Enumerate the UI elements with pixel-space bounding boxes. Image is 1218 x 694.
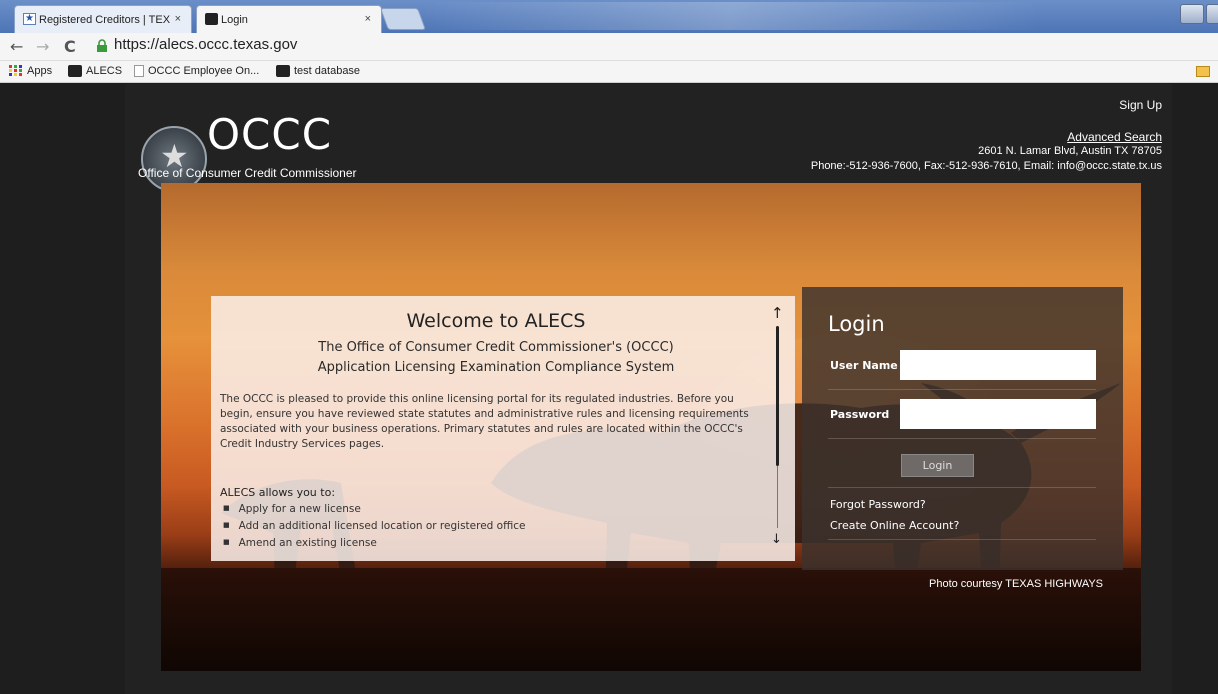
bookmark-alecs[interactable]: ALECS (68, 65, 122, 77)
welcome-panel: Welcome to ALECS The Office of Consumer … (211, 296, 795, 561)
password-input[interactable] (900, 399, 1096, 429)
address-bar-url[interactable]: https://alecs.occc.texas.gov (114, 36, 297, 53)
welcome-paragraph: The OCCC is pleased to provide this onli… (220, 393, 749, 450)
list-item: Add an additional licensed location or r… (223, 517, 526, 534)
welcome-subtitle-2: Application Licensing Examination Compli… (317, 360, 675, 375)
scroll-up-arrow-icon[interactable]: ↑ (771, 304, 784, 322)
bookmark-label: ALECS (86, 65, 123, 77)
window-control-button[interactable] (1206, 4, 1218, 24)
browser-tabstrip: ★ Registered Creditors | TEX × Login × (0, 0, 1218, 33)
new-tab-button[interactable] (379, 8, 427, 30)
apps-grid-icon (9, 65, 22, 76)
bookmark-label: Apps (27, 65, 53, 77)
alecs-allows-heading: ALECS allows you to: (220, 486, 336, 499)
browser-tab-registered-creditors[interactable]: ★ Registered Creditors | TEX × (14, 5, 192, 33)
longhorn-icon (276, 65, 290, 77)
bookmark-label: OCCC Employee On... (148, 65, 260, 77)
sign-up-link[interactable]: Sign Up (1119, 98, 1162, 112)
login-panel: Login User Name Password Login Forgot Pa… (802, 287, 1123, 570)
header-contact: Phone:-512-936-7600, Fax:-512-936-7610, … (810, 160, 1162, 172)
login-title: Login (828, 312, 885, 336)
folder-icon[interactable] (1196, 66, 1210, 77)
reload-icon[interactable]: C (64, 37, 76, 56)
list-item: Apply for a new license (223, 500, 525, 517)
alecs-allows-list: Apply for a new license Add an additiona… (223, 500, 526, 551)
photo-credit: Photo courtesy TEXAS HIGHWAYS (929, 578, 1104, 590)
lock-icon (97, 39, 107, 52)
scrollbar-track[interactable] (777, 466, 778, 528)
back-arrow-icon[interactable]: ← (10, 37, 23, 56)
divider (828, 438, 1096, 439)
login-button[interactable]: Login (901, 454, 974, 477)
create-account-link[interactable]: Create Online Account? (830, 519, 959, 532)
tab-label: Registered Creditors | TEX (39, 13, 171, 26)
scrollbar-thumb[interactable] (776, 326, 779, 466)
username-input[interactable] (900, 350, 1096, 380)
bookmark-label: test database (294, 65, 361, 77)
divider (828, 389, 1096, 390)
tab-close-icon[interactable]: × (365, 13, 371, 25)
bookmarks-bar: Apps ALECS OCCC Employee On... test data… (0, 61, 1218, 83)
forward-arrow-icon[interactable]: → (36, 37, 49, 56)
scroll-down-arrow-icon[interactable]: ↓ (771, 532, 782, 547)
tab-close-icon[interactable]: × (175, 13, 181, 25)
longhorn-icon (68, 65, 82, 77)
window-profile-button[interactable] (1180, 4, 1204, 24)
bookmark-apps[interactable]: Apps (9, 65, 52, 77)
bookmark-occc-employee[interactable]: OCCC Employee On... (134, 65, 259, 77)
browser-toolbar: ← → C https://alecs.occc.texas.gov (0, 33, 1218, 61)
password-label: Password (830, 408, 890, 421)
tab-label: Login (221, 13, 248, 26)
username-label: User Name (830, 359, 898, 372)
list-item: Amend an existing license (223, 534, 525, 551)
forgot-password-link[interactable]: Forgot Password? (830, 498, 926, 511)
divider (828, 487, 1096, 488)
site-brand[interactable]: OCCC (207, 110, 332, 159)
page-icon (134, 65, 144, 77)
browser-tab-login[interactable]: Login × (196, 5, 382, 33)
divider (828, 539, 1096, 540)
longhorn-icon (205, 13, 218, 25)
bookmark-test-database[interactable]: test database (276, 65, 360, 77)
welcome-subtitle-1: The Office of Consumer Credit Commission… (318, 340, 674, 355)
site-subtitle: Office of Consumer Credit Commissioner (138, 166, 357, 180)
header-address: 2601 N. Lamar Blvd, Austin TX 78705 (978, 145, 1162, 157)
tabstrip-glow (420, 2, 1040, 30)
welcome-title: Welcome to ALECS (406, 310, 586, 332)
star-bookmark-icon: ★ (23, 13, 36, 25)
advanced-search-link[interactable]: Advanced Search (1067, 130, 1162, 144)
